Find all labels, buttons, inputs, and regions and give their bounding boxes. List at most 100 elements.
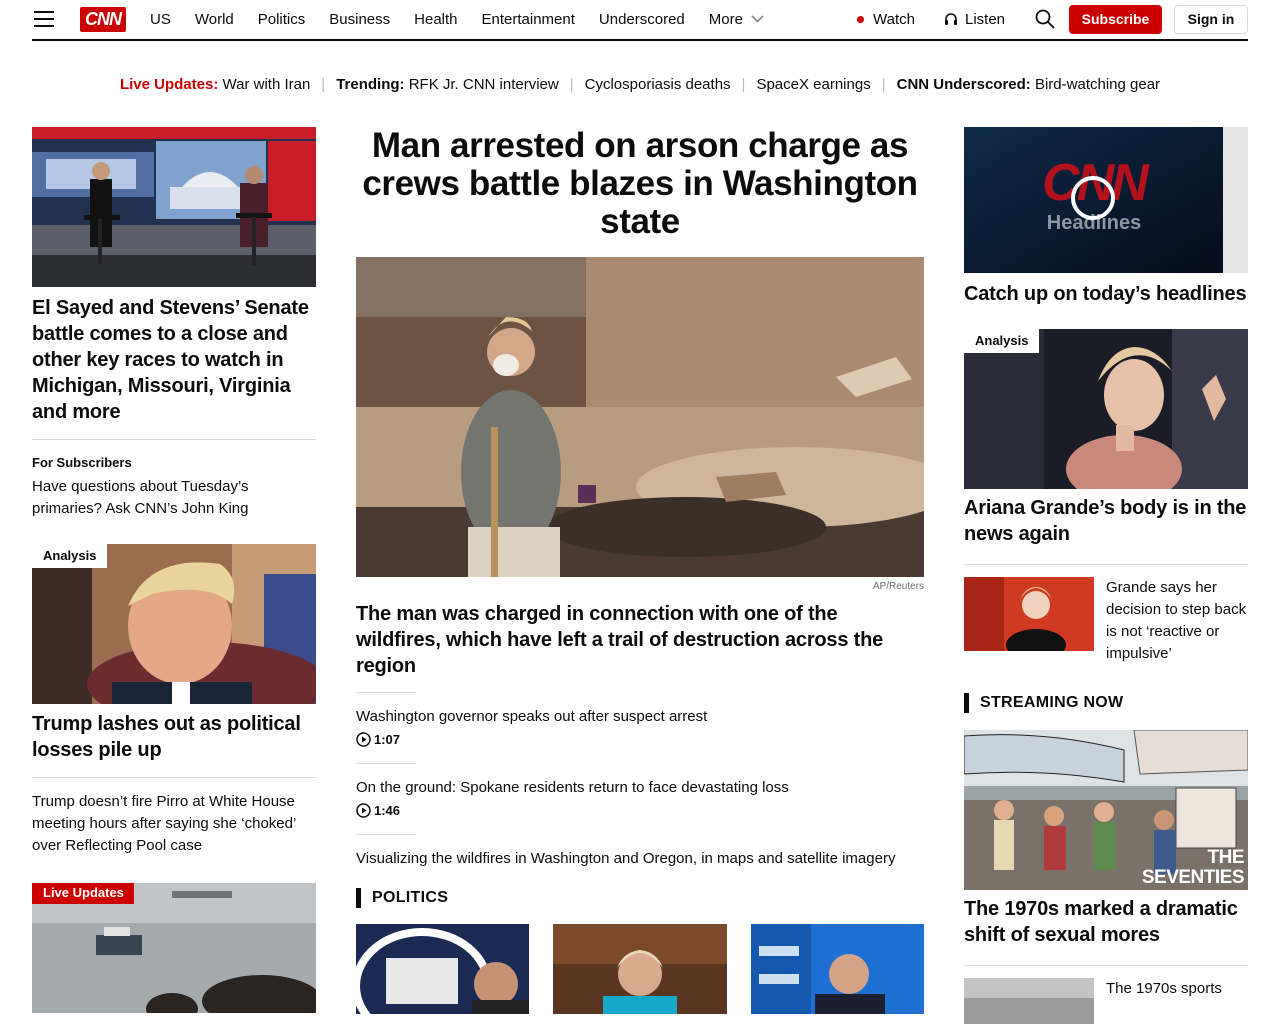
watch-link[interactable]: Watch <box>857 0 915 38</box>
nav-more-label: More <box>708 10 743 28</box>
live-updates-label: Live Updates: <box>119 75 219 93</box>
play-icon <box>356 803 371 818</box>
video-duration: 1:46 <box>356 803 924 818</box>
ariana-image[interactable]: Analysis <box>964 329 1248 489</box>
separator: | <box>321 75 326 93</box>
small-story-link[interactable]: The 1970s sports <box>1106 978 1222 1024</box>
separator: | <box>569 75 574 93</box>
site-header: CNN US World Politics Business Health En… <box>32 0 1248 41</box>
wildfire-image[interactable] <box>356 257 924 577</box>
trending-link-1[interactable]: RFK Jr. CNN interview <box>409 76 559 93</box>
small-story-image[interactable] <box>964 577 1094 651</box>
divider <box>356 834 416 835</box>
sign-in-button[interactable]: Sign in <box>1174 5 1248 34</box>
doj-photo <box>356 924 529 1014</box>
analysis-tag: Analysis <box>32 544 108 568</box>
warren-photo <box>553 924 727 1014</box>
center-column: Man arrested on arson charge as crews ba… <box>356 127 924 1014</box>
divider <box>356 763 416 764</box>
live-updates-link[interactable]: War with Iran <box>223 76 311 93</box>
divider <box>964 564 1248 565</box>
divider <box>964 965 1248 966</box>
main-nav: US World Politics Business Health Entert… <box>150 0 788 38</box>
politics-card-image[interactable] <box>356 924 529 1014</box>
trending-link-3[interactable]: SpaceX earnings <box>756 76 870 93</box>
listen-link[interactable]: Listen <box>944 0 1005 38</box>
story-headline[interactable]: El Sayed and Stevens’ Senate battle come… <box>32 295 316 425</box>
nav-more[interactable]: More <box>709 11 764 28</box>
seventies-sports-photo <box>964 978 1094 1024</box>
underscored-label: CNN Underscored: <box>896 75 1031 93</box>
debate-studio-image[interactable] <box>32 127 316 287</box>
story-headline[interactable]: Trump lashes out as political losses pil… <box>32 711 316 763</box>
trump-photo <box>32 544 316 704</box>
trump-image[interactable]: Analysis <box>32 544 316 704</box>
wildfire-photo <box>356 257 924 577</box>
live-updates-tag: Live Updates <box>32 883 134 904</box>
politics-card-image[interactable] <box>553 924 727 1014</box>
nav-politics[interactable]: Politics <box>258 11 306 28</box>
analysis-tag: Analysis <box>964 329 1040 353</box>
grande-small-photo <box>964 577 1094 651</box>
streaming-section-label: STREAMING NOW <box>964 693 1248 713</box>
video-duration: 1:07 <box>356 732 924 747</box>
small-story[interactable]: Grande says her decision to step back is… <box>964 577 1248 665</box>
rfk-interview-photo <box>751 924 924 1014</box>
separator: | <box>741 75 746 93</box>
play-icon <box>1071 176 1115 220</box>
seventies-image[interactable]: THE SEVENTIES <box>964 730 1248 890</box>
politics-section-label: POLITICS <box>356 888 924 908</box>
trending-link-2[interactable]: Cyclosporiasis deaths <box>585 76 731 93</box>
left-column: El Sayed and Stevens’ Senate battle come… <box>32 127 316 1013</box>
politics-card-image[interactable] <box>751 924 924 1014</box>
story-headline[interactable]: The 1970s marked a dramatic shift of sex… <box>964 896 1248 948</box>
divider <box>32 777 316 778</box>
underscored-link[interactable]: Bird-watching gear <box>1035 76 1160 93</box>
lead-headline[interactable]: Man arrested on arson charge as crews ba… <box>356 127 924 241</box>
divider <box>32 439 316 440</box>
section-bar <box>356 888 361 908</box>
nav-health[interactable]: Health <box>414 11 457 28</box>
menu-icon[interactable] <box>34 11 54 27</box>
section-title: STREAMING NOW <box>980 694 1124 711</box>
small-story-image[interactable] <box>964 978 1094 1024</box>
related-link[interactable]: Visualizing the wildfires in Washington … <box>356 848 924 870</box>
search-icon[interactable] <box>1035 9 1055 29</box>
seventies-overlay-text: THE SEVENTIES <box>1141 847 1245 888</box>
photo-credit: AP/Reuters <box>872 581 924 592</box>
section-bar <box>964 693 969 713</box>
small-story-link[interactable]: Grande says her decision to step back is… <box>1106 577 1248 665</box>
watch-label: Watch <box>873 10 915 28</box>
nav-business[interactable]: Business <box>329 11 390 28</box>
politics-row <box>356 924 924 1014</box>
nav-us[interactable]: US <box>150 11 171 28</box>
story-link[interactable]: Trump doesn’t fire Pirro at White House … <box>32 791 316 857</box>
subscribers-story-link[interactable]: Have questions about Tuesday’s primaries… <box>32 476 316 520</box>
right-column: CNN Headlines Catch up on today’s headli… <box>964 127 1248 1024</box>
small-story[interactable]: The 1970s sports <box>964 978 1248 1024</box>
live-updates-image[interactable]: Live Updates <box>32 883 316 1013</box>
nav-entertainment[interactable]: Entertainment <box>482 11 575 28</box>
nav-underscored[interactable]: Underscored <box>599 11 685 28</box>
story-headline[interactable]: Ariana Grande’s body is in the news agai… <box>964 495 1248 547</box>
nav-world[interactable]: World <box>195 11 234 28</box>
for-subscribers-label: For Subscribers <box>32 455 132 470</box>
debate-studio-photo <box>32 127 316 287</box>
subscribe-button[interactable]: Subscribe <box>1069 5 1162 34</box>
headlines-video[interactable]: CNN Headlines <box>964 127 1248 273</box>
trending-bar: Live Updates: War with Iran | Trending: … <box>0 72 1280 96</box>
trending-label: Trending: <box>336 75 405 93</box>
listen-label: Listen <box>965 10 1006 28</box>
video-headline[interactable]: Catch up on today’s headlines <box>964 281 1248 307</box>
ariana-photo <box>964 329 1248 489</box>
divider <box>356 692 416 693</box>
lead-subhead[interactable]: The man was charged in connection with o… <box>356 601 924 679</box>
related-link[interactable]: Washington governor speaks out after sus… <box>356 706 924 728</box>
duration-text: 1:46 <box>374 803 401 818</box>
chevron-down-icon <box>751 15 764 23</box>
section-title: POLITICS <box>372 889 449 906</box>
headphones-icon <box>945 13 957 25</box>
related-link[interactable]: On the ground: Spokane residents return … <box>356 777 924 799</box>
cnn-logo[interactable]: CNN <box>80 7 126 32</box>
live-dot-icon <box>857 15 864 23</box>
